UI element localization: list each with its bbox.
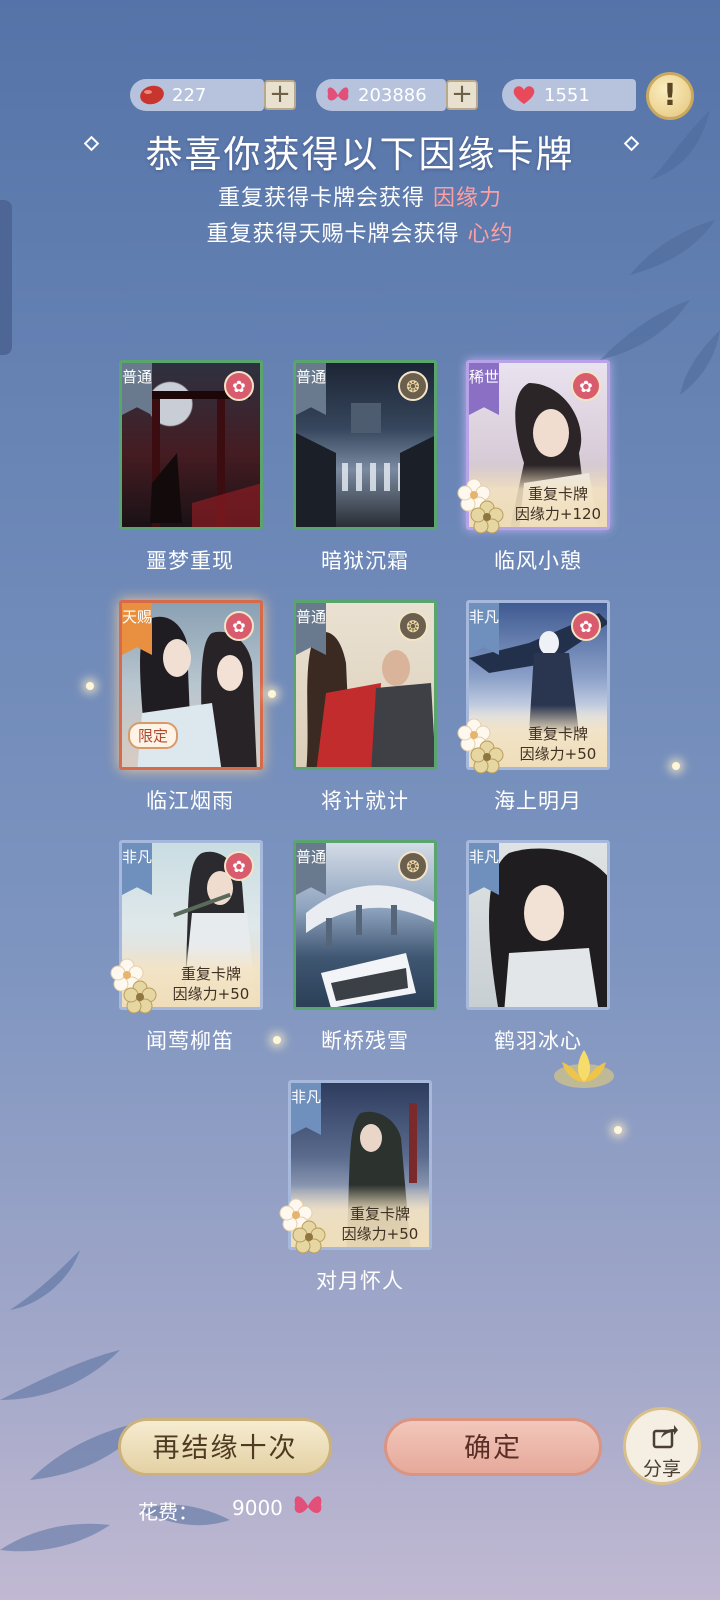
card-name: 海上明月	[494, 789, 582, 813]
butterfly-icon	[327, 87, 349, 101]
card-name: 闻莺柳笛	[146, 1029, 234, 1053]
duplicate-reward: 因缘力+120	[514, 505, 602, 523]
sakura-emblem-icon: ✿	[224, 611, 254, 641]
card[interactable]: 非凡	[466, 840, 610, 1010]
add-butterfly-button[interactable]: +	[446, 80, 478, 110]
gold-emblem-icon: ❂	[398, 371, 428, 401]
limited-badge: 限定	[128, 722, 179, 749]
sakura-emblem-icon: ✿	[224, 371, 254, 401]
card[interactable]: 普通 ❂	[293, 360, 437, 530]
currency-value: 203886	[358, 84, 427, 106]
sparkle-decor	[86, 682, 94, 690]
sparkle-decor	[273, 1036, 281, 1044]
gold-emblem-icon: ❂	[398, 851, 428, 881]
sparkle-decor	[672, 762, 680, 770]
gold-flower-icon	[292, 1220, 326, 1254]
card-name: 将计就计	[321, 789, 409, 813]
gold-emblem-icon: ❂	[398, 611, 428, 641]
subtitle-highlight: 心约	[467, 222, 514, 247]
gold-flower-icon	[470, 500, 504, 534]
duplicate-reward: 因缘力+50	[519, 745, 597, 763]
currency-value: 227	[172, 84, 207, 106]
card[interactable]: 普通 ✿	[119, 360, 263, 530]
add-red-bean-button[interactable]: +	[264, 80, 296, 110]
subtitle-text: 重复获得卡牌会获得	[217, 186, 425, 211]
draw-ten-again-button[interactable]: 再结缘十次	[118, 1418, 332, 1476]
rarity-tag: 非凡	[291, 1083, 321, 1135]
share-label: 分享	[642, 1458, 681, 1480]
share-icon	[652, 1425, 678, 1449]
card[interactable]: 普通 ❂	[293, 600, 437, 770]
currency-butterfly: 203886	[316, 79, 446, 111]
currency-red-bean: 227	[130, 79, 264, 111]
card[interactable]: 普通 ❂	[293, 840, 437, 1010]
share-button[interactable]: 分享	[623, 1407, 701, 1485]
bamboo-decor-top-right	[600, 110, 720, 395]
duplicate-reward: 因缘力+50	[341, 1225, 419, 1243]
card-name: 临江烟雨	[146, 789, 234, 813]
card-name: 噩梦重现	[146, 549, 234, 573]
cost-label: 花费：	[138, 1500, 198, 1524]
card-name: 断桥残雪	[321, 1029, 409, 1053]
sparkle-decor	[268, 690, 276, 698]
duplicate-label: 重复卡牌	[527, 725, 588, 743]
duplicate-label: 重复卡牌	[527, 485, 588, 503]
subtitle-highlight: 因缘力	[433, 186, 503, 211]
card-name: 对月怀人	[316, 1269, 404, 1293]
subtitle-text: 重复获得天赐卡牌会获得	[206, 222, 460, 247]
heart-icon	[513, 86, 535, 104]
confirm-button[interactable]: 确定	[384, 1418, 602, 1476]
butterfly-icon	[294, 1496, 322, 1514]
red-bean-icon	[140, 85, 164, 105]
sakura-emblem-icon: ✿	[571, 611, 601, 641]
duplicate-label: 重复卡牌	[180, 965, 241, 983]
sakura-emblem-icon: ✿	[224, 851, 254, 881]
card-name: 临风小憩	[494, 549, 582, 573]
card[interactable]: 天赐 ✿ 限定	[119, 600, 263, 770]
gold-flower-icon	[470, 740, 504, 774]
gold-flower-icon	[123, 980, 157, 1014]
lotus-lamp-icon	[554, 1050, 614, 1088]
card-name: 暗狱沉霜	[321, 549, 409, 573]
duplicate-label: 重复卡牌	[349, 1205, 410, 1223]
sparkle-decor	[614, 1126, 622, 1134]
duplicate-reward: 因缘力+50	[172, 985, 250, 1003]
cost-value: 9000	[232, 1496, 283, 1520]
